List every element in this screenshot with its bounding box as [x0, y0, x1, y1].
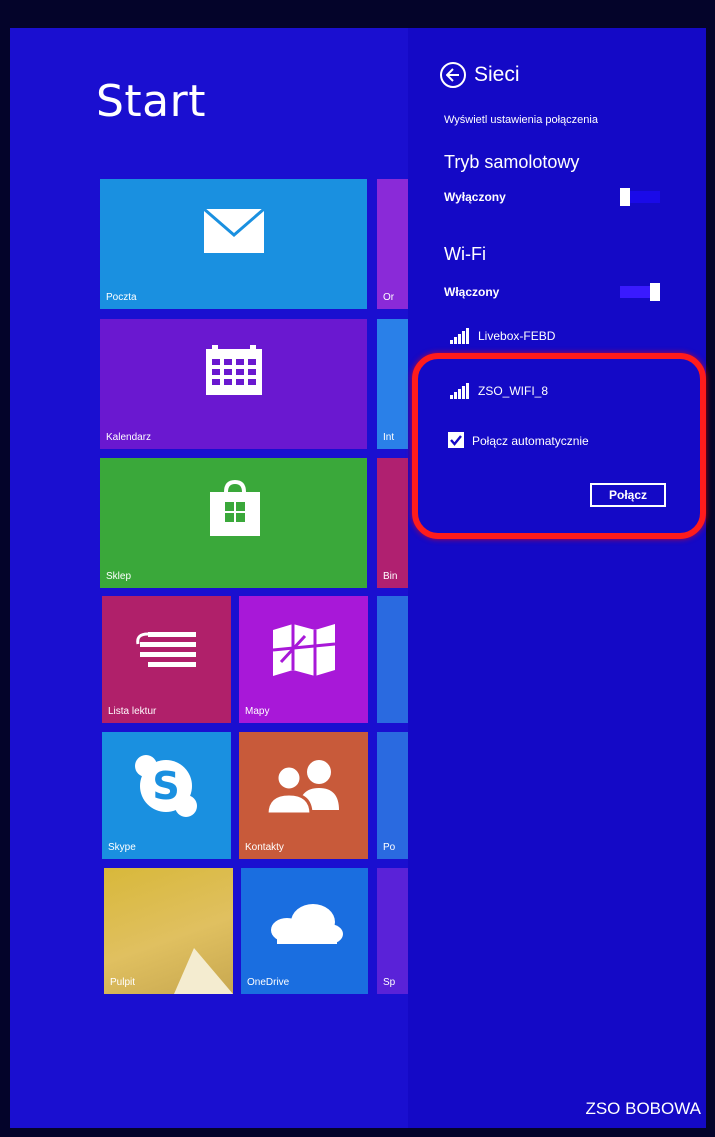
wifi-signal-icon [450, 328, 469, 344]
pane-title: Sieci [474, 63, 520, 86]
tile-onedrive[interactable]: OneDrive [241, 868, 368, 994]
tile-label: Mapy [245, 706, 270, 717]
airplane-mode-heading: Tryb samolotowy [444, 152, 580, 172]
start-title: Start [96, 76, 206, 127]
maps-icon [272, 624, 336, 676]
tile-label: Pulpit [110, 977, 136, 988]
tile-mail[interactable]: Poczta [100, 179, 367, 309]
wifi-heading: Wi-Fi [444, 244, 486, 264]
network-name: Livebox-FEBD [478, 329, 556, 343]
toggle-thumb [650, 283, 660, 301]
networks-pane: Sieci Wyświetl ustawienia połączenia Try… [408, 28, 706, 1128]
store-icon [210, 480, 260, 536]
back-arrow-icon [446, 68, 459, 82]
tile-label: Int [383, 432, 395, 443]
desktop-wallpaper-icon [174, 948, 233, 994]
network-item[interactable]: Livebox-FEBD [450, 328, 555, 344]
toggle-thumb [620, 188, 630, 206]
tile-desktop[interactable]: Pulpit [104, 868, 233, 994]
tile-store[interactable]: Sklep [100, 458, 367, 588]
tile-label: Lista lektur [108, 706, 157, 717]
tile-label: Po [383, 842, 396, 853]
wifi-state: Włączony [444, 285, 500, 299]
reading-list-icon [136, 632, 196, 667]
highlight-frame [412, 353, 706, 539]
watermark: ZSO BOBOWA [585, 1099, 701, 1118]
tile-label: OneDrive [247, 977, 290, 988]
people-icon [265, 760, 339, 814]
back-button[interactable] [440, 62, 466, 88]
pane-header: Sieci [440, 60, 520, 90]
svg-text:S: S [152, 764, 179, 808]
tile-skype[interactable]: S Skype [102, 732, 231, 859]
tile-label: Skype [108, 842, 136, 853]
tile-label: Kontakty [245, 842, 284, 853]
tile-reading-list[interactable]: Lista lektur [102, 596, 231, 723]
calendar-icon [206, 345, 262, 395]
view-connection-settings-link[interactable]: Wyświetl ustawienia połączenia [444, 114, 598, 126]
airplane-mode-state: Wyłączony [444, 190, 506, 204]
tile-label: Bin [383, 571, 398, 582]
wifi-toggle[interactable] [620, 283, 660, 301]
skype-icon: S [135, 755, 197, 817]
airplane-mode-toggle[interactable] [620, 188, 660, 206]
tile-contacts[interactable]: Kontakty [239, 732, 368, 859]
cloud-icon [271, 904, 343, 944]
tile-maps[interactable]: Mapy [239, 596, 368, 723]
tile-label: Sp [383, 977, 396, 988]
tile-label: Poczta [106, 292, 137, 303]
tile-label: Kalendarz [106, 432, 152, 443]
tile-label: Or [383, 292, 395, 303]
tile-calendar[interactable]: Kalendarz [100, 319, 367, 449]
mail-icon [204, 209, 264, 253]
tile-label: Sklep [106, 571, 132, 582]
start-screen: Start Poczta Kalendarz Sklep Lista lektu… [10, 28, 706, 1128]
